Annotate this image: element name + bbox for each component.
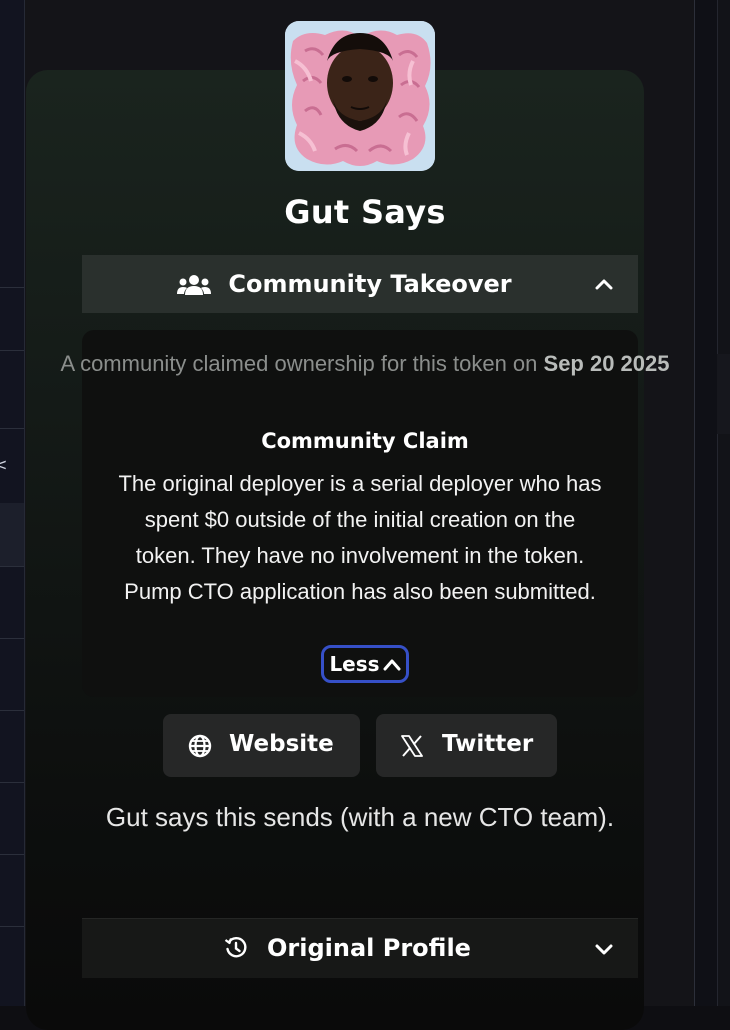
website-button[interactable]: Website — [163, 714, 360, 777]
claim-intro-text: A community claimed ownership for this t… — [60, 351, 538, 376]
token-description: Gut says this sends (with a new CTO team… — [105, 802, 615, 832]
community-takeover-label: Community Takeover — [228, 270, 512, 298]
right-panel-edge — [694, 0, 730, 1006]
token-avatar — [285, 21, 435, 171]
claim-heading: Community Claim — [261, 429, 469, 453]
chevron-up-icon — [595, 276, 613, 295]
claim-date: Sep 20 2025 — [543, 351, 670, 376]
left-sidebar: ) ) < — [0, 0, 25, 1006]
twitter-label: Twitter — [442, 731, 534, 757]
sidebar-divider — [0, 287, 24, 288]
avatar-illustration — [285, 21, 435, 171]
sidebar-divider — [0, 782, 24, 783]
twitter-button[interactable]: Twitter — [376, 714, 557, 777]
sidebar-divider — [0, 566, 24, 567]
sidebar-divider — [0, 926, 24, 927]
x-logo-icon — [401, 735, 423, 763]
claim-text: The original deployer is a serial deploy… — [118, 471, 602, 604]
less-button[interactable]: Less — [321, 645, 409, 683]
sidebar-divider — [0, 854, 24, 855]
sidebar-divider — [0, 638, 24, 639]
original-profile-label: Original Profile — [267, 934, 471, 962]
claim-intro: A community claimed ownership for this t… — [0, 346, 730, 382]
right-panel-inner — [717, 0, 730, 1006]
website-label: Website — [229, 731, 334, 757]
globe-icon — [188, 734, 212, 764]
sidebar-divider — [0, 710, 24, 711]
sidebar-row-active[interactable] — [0, 503, 24, 566]
chevron-up-icon — [383, 648, 401, 680]
original-profile-toggle[interactable]: Original Profile — [82, 918, 638, 978]
right-panel-band — [717, 354, 730, 434]
token-name: Gut Says — [284, 193, 446, 231]
community-takeover-toggle[interactable]: Community Takeover — [82, 255, 638, 313]
chevron-down-icon — [595, 942, 613, 961]
sidebar-glyph-fragment: < — [0, 455, 8, 474]
less-label: Less — [329, 652, 380, 676]
